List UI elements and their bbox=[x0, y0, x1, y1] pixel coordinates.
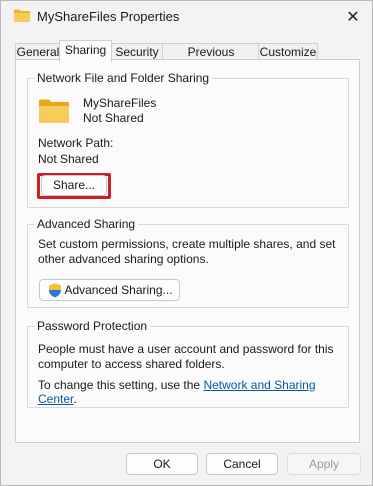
password-change-text: To change this setting, use the Network … bbox=[38, 378, 348, 406]
password-protection-description: People must have a user account and pass… bbox=[38, 342, 334, 371]
share-button-label: Share... bbox=[52, 178, 96, 192]
password-protection-title: Password Protection bbox=[34, 319, 151, 333]
network-sharing-title: Network File and Folder Sharing bbox=[34, 71, 213, 85]
ok-button[interactable]: OK bbox=[126, 453, 198, 475]
tab-sharing-label: Sharing bbox=[64, 43, 107, 57]
folder-name: MyShareFiles bbox=[83, 96, 157, 110]
uac-shield-icon bbox=[49, 283, 61, 298]
advanced-sharing-button[interactable]: Advanced Sharing... bbox=[39, 279, 180, 301]
advanced-sharing-description: Set custom permissions, create multiple … bbox=[38, 237, 336, 266]
folder-icon bbox=[39, 99, 69, 123]
share-button[interactable]: Share... bbox=[41, 175, 107, 196]
cancel-button-label: Cancel bbox=[223, 457, 261, 471]
network-path-value: Not Shared bbox=[38, 152, 99, 166]
title-bar: MyShareFiles Properties ✕ bbox=[1, 1, 372, 33]
tab-security-label: Security bbox=[115, 45, 159, 59]
advanced-sharing-title: Advanced Sharing bbox=[34, 217, 139, 231]
share-status: Not Shared bbox=[83, 111, 144, 125]
password-change-prefix: To change this setting, use the bbox=[38, 378, 204, 392]
cancel-button[interactable]: Cancel bbox=[206, 453, 278, 475]
close-button[interactable]: ✕ bbox=[340, 5, 366, 29]
tab-general-label: General bbox=[16, 45, 60, 59]
password-change-suffix: . bbox=[73, 392, 77, 406]
apply-button-label: Apply bbox=[308, 457, 340, 471]
ok-button-label: OK bbox=[153, 457, 171, 471]
tab-customize-label: Customize bbox=[259, 45, 317, 59]
sharing-tab-panel: Network File and Folder Sharing MyShareF… bbox=[15, 59, 360, 443]
network-sharing-group: Network File and Folder Sharing MyShareF… bbox=[27, 71, 349, 208]
properties-window: MyShareFiles Properties ✕ General Sharin… bbox=[0, 0, 373, 486]
apply-button[interactable]: Apply bbox=[287, 453, 361, 475]
folder-icon bbox=[14, 9, 30, 22]
password-protection-group: Password Protection People must have a u… bbox=[27, 319, 349, 408]
network-path-label: Network Path: bbox=[38, 136, 114, 150]
window-title: MyShareFiles Properties bbox=[37, 9, 180, 24]
tab-sharing[interactable]: Sharing bbox=[59, 40, 112, 62]
advanced-sharing-group: Advanced Sharing Set custom permissions,… bbox=[27, 217, 349, 308]
advanced-sharing-button-label: Advanced Sharing... bbox=[64, 283, 173, 297]
close-icon: ✕ bbox=[346, 9, 360, 26]
